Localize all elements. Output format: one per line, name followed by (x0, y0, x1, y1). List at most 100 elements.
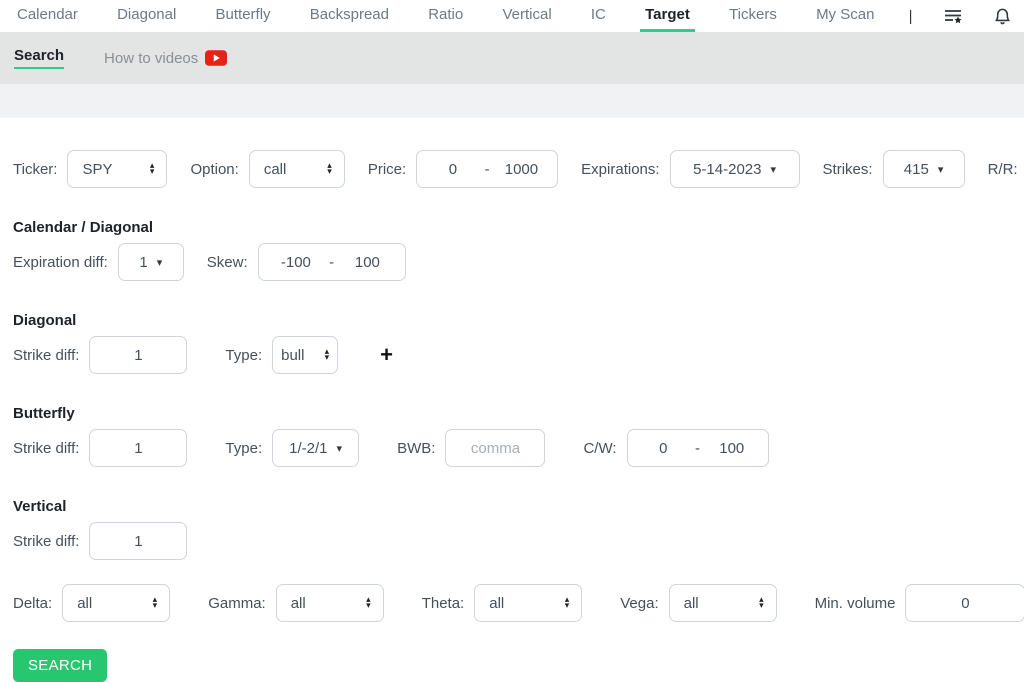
butterfly-type-label: Type: (225, 439, 263, 457)
butterfly-strike-diff-input[interactable] (89, 429, 188, 467)
nav-backspread[interactable]: Backspread (305, 0, 394, 32)
strikes-value: 415 (903, 160, 929, 178)
skew-range: - (257, 243, 406, 281)
rr-label: R/R: (987, 160, 1018, 178)
diagonal-strike-diff-input[interactable] (89, 336, 188, 374)
updown-arrows-icon: ▴ ▾ (324, 347, 330, 363)
greeks-row: Delta: all ▴ ▾ Gamma: all ▴ ▾ Theta: all ▴… (13, 584, 1024, 622)
calendar-diagonal-row: Expiration diff: 1 ▾ Skew: - (13, 243, 1024, 281)
tab-search[interactable]: Search (14, 47, 65, 69)
gamma-label: Gamma: (208, 594, 266, 612)
min-volume-input[interactable] (905, 584, 1024, 622)
section-title-calendar-diagonal: Calendar / Diagonal (13, 219, 154, 236)
top-nav: Calendar Diagonal Butterfly Backspread R… (0, 0, 1024, 32)
how-to-videos-label: How to videos (104, 49, 199, 67)
cw-range: - (626, 429, 769, 467)
nav-target[interactable]: Target (640, 0, 695, 32)
add-row-button[interactable]: + (376, 336, 397, 374)
price-max-input[interactable] (496, 160, 547, 178)
expiration-diff-label: Expiration diff: (13, 253, 108, 271)
gamma-select[interactable]: all ▴ ▾ (275, 584, 384, 622)
updown-arrows-icon: ▴ ▾ (759, 595, 764, 611)
youtube-icon (205, 50, 228, 66)
section-title-vertical: Vertical (13, 498, 67, 515)
delta-label: Delta: (13, 594, 53, 612)
nav-my-scan[interactable]: My Scan (811, 0, 879, 32)
expirations-value: 5-14-2023 (693, 160, 762, 178)
diagonal-type-label: Type: (225, 346, 263, 364)
caret-down-icon: ▾ (336, 441, 343, 455)
strikes-label: Strikes: (822, 160, 873, 178)
range-dash: - (329, 253, 335, 271)
cw-min-input[interactable] (638, 439, 689, 457)
ticker-select[interactable]: SPY ▴ ▾ (67, 150, 168, 188)
nav-calendar[interactable]: Calendar (12, 0, 83, 32)
vega-label: Vega: (620, 594, 659, 612)
bwb-label: BWB: (397, 439, 436, 457)
butterfly-strike-diff-label: Strike diff: (13, 439, 80, 457)
theta-label: Theta: (421, 594, 465, 612)
delta-select[interactable]: all ▴ ▾ (62, 584, 171, 622)
bell-icon[interactable] (993, 0, 1012, 32)
main-filter-row: Ticker: SPY ▴▾ Option: call ▴▾ Price: - … (13, 150, 1024, 188)
strikes-dropdown[interactable]: 415 ▾ (882, 150, 965, 188)
search-form: Ticker: SPY ▴▾ Option: call ▴▾ Price: - … (0, 150, 1024, 682)
diagonal-row: Strike diff: Type: bull ▴▾ + (13, 336, 1024, 374)
nav-tickers[interactable]: Tickers (724, 0, 782, 32)
cw-label: C/W: (583, 439, 617, 457)
vertical-strike-diff-label: Strike diff: (13, 532, 80, 550)
gamma-value: all (290, 594, 306, 612)
vertical-row: Strike diff: (13, 522, 1024, 560)
skew-label: Skew: (206, 253, 248, 271)
price-label: Price: (367, 160, 407, 178)
caret-down-icon: ▾ (770, 162, 776, 176)
updown-arrows-icon: ▴ ▾ (366, 595, 371, 611)
butterfly-row: Strike diff: Type: 1/-2/1 ▾ BWB: C/W: - (13, 429, 1024, 467)
diagonal-type-value: bull (281, 346, 305, 364)
option-label: Option: (190, 160, 239, 178)
section-title-diagonal: Diagonal (13, 312, 77, 329)
tab-bar: Search How to videos (0, 32, 1024, 84)
vega-select[interactable]: all ▴ ▾ (668, 584, 777, 622)
updown-arrows-icon: ▴ ▾ (152, 595, 158, 611)
delta-value: all (77, 594, 93, 612)
range-dash: - (484, 160, 490, 178)
range-dash: - (695, 439, 701, 457)
price-range: - (416, 150, 559, 188)
butterfly-type-value: 1/-2/1 (289, 439, 328, 457)
nav-diagonal[interactable]: Diagonal (112, 0, 181, 32)
caret-down-icon: ▾ (156, 255, 163, 269)
cw-max-input[interactable] (706, 439, 757, 457)
bwb-input[interactable] (445, 429, 546, 467)
vertical-strike-diff-input[interactable] (89, 522, 188, 560)
nav-separator: | (908, 7, 913, 25)
search-button[interactable]: SEARCH (13, 649, 108, 682)
toolbar-band (0, 84, 1024, 118)
nav-ratio[interactable]: Ratio (423, 0, 468, 32)
butterfly-type-dropdown[interactable]: 1/-2/1 ▾ (272, 429, 360, 467)
min-volume-label: Min. volume (814, 594, 896, 612)
diagonal-strike-diff-label: Strike diff: (13, 346, 80, 364)
tab-how-to-videos[interactable]: How to videos (104, 49, 228, 67)
option-select[interactable]: call ▴ ▾ (248, 150, 345, 188)
diagonal-type-select[interactable]: bull ▴ ▾ (272, 336, 339, 374)
expirations-dropdown[interactable]: 5-14-2023 ▾ (669, 150, 800, 188)
ticker-label: Ticker: (13, 160, 58, 178)
theta-value: all (489, 594, 505, 612)
section-title-butterfly: Butterfly (13, 405, 75, 422)
list-star-icon[interactable] (942, 0, 964, 32)
skew-max-input[interactable] (342, 253, 393, 271)
skew-min-input[interactable] (270, 253, 321, 271)
vega-value: all (683, 594, 699, 612)
nav-vertical[interactable]: Vertical (497, 0, 556, 32)
price-min-input[interactable] (427, 160, 478, 178)
nav-ic[interactable]: IC (586, 0, 611, 32)
option-value: call (263, 160, 287, 178)
expirations-label: Expirations: (581, 160, 660, 178)
expiration-diff-value: 1 (139, 253, 148, 271)
theta-select[interactable]: all ▴ ▾ (474, 584, 583, 622)
expiration-diff-dropdown[interactable]: 1 ▾ (117, 243, 184, 281)
nav-butterfly[interactable]: Butterfly (211, 0, 276, 32)
updown-arrows-icon: ▴ ▾ (327, 161, 332, 177)
updown-arrows-icon: ▴ ▾ (149, 161, 155, 177)
